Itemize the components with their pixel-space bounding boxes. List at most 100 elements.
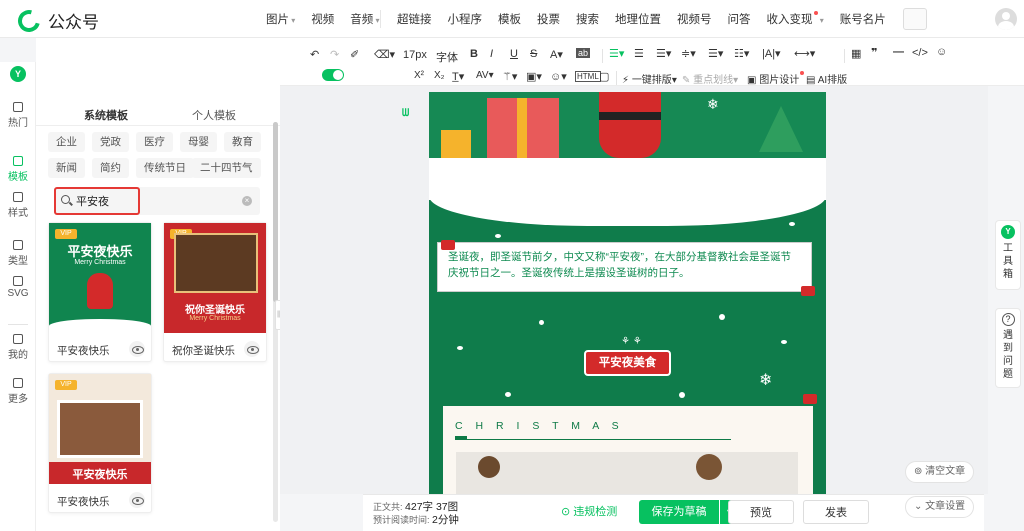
align-center-icon[interactable]: ☰ bbox=[634, 47, 644, 60]
text-width-icon[interactable]: ⟷▾ bbox=[794, 47, 815, 60]
clear-article-button[interactable]: ⊚ 清空文章 bbox=[905, 461, 975, 483]
topnav-item-label: 模板 bbox=[498, 14, 521, 26]
superscript-icon[interactable]: X² bbox=[414, 70, 424, 81]
eye-icon[interactable] bbox=[129, 341, 145, 357]
category-tag[interactable]: 医疗 bbox=[136, 132, 173, 152]
strikethrough-icon[interactable]: S bbox=[530, 48, 537, 60]
rail-item[interactable]: 样式 bbox=[0, 192, 36, 219]
search-input[interactable] bbox=[76, 193, 136, 209]
category-tag[interactable]: 党政 bbox=[92, 132, 129, 152]
format-brush-icon[interactable]: ✐ bbox=[350, 48, 359, 61]
table-icon[interactable]: ▦ bbox=[851, 47, 861, 60]
mobile-preview-icon[interactable] bbox=[903, 8, 927, 30]
horizontal-rule-icon[interactable]: — bbox=[893, 46, 904, 58]
text-indent-icon[interactable]: T̲▾ bbox=[452, 70, 464, 83]
italic-icon[interactable]: I bbox=[490, 48, 493, 60]
bold-icon[interactable]: B bbox=[470, 48, 478, 60]
topnav-item[interactable]: 模板 bbox=[498, 11, 521, 27]
category-tag[interactable]: 简约 bbox=[92, 158, 129, 178]
clear-article-label: 清空文章 bbox=[925, 466, 966, 477]
ribbon-decoration bbox=[441, 240, 455, 250]
font-family-select[interactable]: 字体 bbox=[436, 49, 458, 65]
emoji-insert-icon[interactable]: ☺▾ bbox=[550, 70, 567, 83]
ai-layout-button[interactable]: ▤ AI排版 bbox=[806, 71, 847, 86]
topnav-item[interactable]: 账号名片 bbox=[840, 11, 886, 27]
quote-icon[interactable]: ❞ bbox=[871, 46, 877, 59]
rail-item[interactable]: 模板 bbox=[0, 156, 36, 183]
category-tag[interactable]: 教育 bbox=[224, 132, 261, 152]
paragraph-spacing-icon[interactable]: ☰▾ bbox=[708, 47, 723, 60]
highlight-underline-button[interactable]: ✎ 重点划线▾ bbox=[682, 71, 738, 86]
publish-button[interactable]: 发表 bbox=[803, 500, 869, 524]
rail-item[interactable]: SVG bbox=[0, 276, 36, 299]
html-icon[interactable]: HTML bbox=[575, 71, 601, 82]
font-size-select[interactable]: 17px bbox=[403, 49, 427, 61]
magic-wand-icon[interactable]: ⚚▾ bbox=[502, 70, 517, 83]
category-tag[interactable]: 母婴 bbox=[180, 132, 217, 152]
rail-item[interactable]: 热门 bbox=[0, 102, 36, 129]
eye-icon[interactable] bbox=[244, 341, 260, 357]
line-height-icon[interactable]: ≑▾ bbox=[681, 47, 696, 60]
underline-icon[interactable]: U bbox=[510, 48, 518, 60]
rail-item[interactable]: 类型 bbox=[0, 240, 36, 267]
article-settings-button[interactable]: ⌄ 文章设置 bbox=[905, 496, 975, 518]
font-color-icon[interactable]: A▾ bbox=[550, 48, 563, 61]
topnav-item[interactable]: 收入变现 bbox=[767, 11, 824, 27]
topnav-item[interactable]: 超链接 bbox=[397, 11, 432, 27]
topnav-item[interactable]: 音频 bbox=[350, 11, 379, 27]
tab-personal-templates[interactable]: 个人模板 bbox=[192, 107, 236, 123]
code-icon[interactable]: </> bbox=[912, 47, 928, 59]
list-icon[interactable]: ☷▾ bbox=[734, 47, 749, 60]
align-left-icon[interactable]: ☰▾ bbox=[609, 47, 624, 60]
category-tag[interactable]: 传统节日 bbox=[136, 158, 194, 178]
plugin-logo[interactable]: Y bbox=[0, 66, 36, 82]
topnav-item[interactable]: 地理位置 bbox=[615, 11, 661, 27]
topnav-item[interactable]: 视频号 bbox=[677, 11, 712, 27]
image-design-button[interactable]: ▣ 图片设计 bbox=[747, 71, 805, 86]
template-card[interactable]: VIP 平安夜快乐 平安夜快乐 bbox=[48, 373, 152, 513]
clear-search-icon[interactable]: × bbox=[242, 196, 252, 206]
eye-icon[interactable] bbox=[129, 492, 145, 508]
save-icon[interactable]: ▢ bbox=[599, 70, 609, 83]
indent-icon[interactable]: ☰▾ bbox=[656, 47, 671, 60]
undo-icon[interactable]: ↶ bbox=[310, 48, 319, 61]
template-name: 平安夜快乐 bbox=[57, 496, 110, 508]
background-color-icon[interactable]: ab bbox=[576, 48, 591, 58]
tab-system-templates[interactable]: 系统模板 bbox=[84, 107, 128, 123]
save-draft-button[interactable]: 保存为草稿 bbox=[639, 500, 719, 524]
subscript-icon[interactable]: X₂ bbox=[434, 70, 445, 81]
category-tag[interactable]: 二十四节气 bbox=[192, 158, 261, 178]
topnav-item[interactable]: 投票 bbox=[537, 11, 560, 27]
rail-item-label: 更多 bbox=[8, 394, 28, 405]
article-content[interactable]: ❄ 圣诞夜，即圣诞节前夕，中文又称“平安夜”，在大部分基督教社会是圣诞节庆祝节日… bbox=[429, 92, 826, 494]
category-tag[interactable]: 企业 bbox=[48, 132, 85, 152]
topnav-item[interactable]: 图片 bbox=[266, 11, 295, 27]
av-spacing-icon[interactable]: AV▾ bbox=[476, 70, 494, 81]
help-button[interactable]: ? 遇到问题 bbox=[995, 308, 1021, 388]
redo-icon[interactable]: ↷ bbox=[330, 48, 339, 61]
emoji-icon[interactable]: ☺ bbox=[936, 46, 947, 58]
topnav-item-label: 投票 bbox=[537, 14, 560, 26]
rail-item[interactable]: 更多 bbox=[0, 378, 36, 405]
plugin-toggle[interactable] bbox=[322, 69, 344, 81]
category-tag[interactable]: 新闻 bbox=[48, 158, 85, 178]
preview-button[interactable]: 预览 bbox=[728, 500, 794, 524]
template-card[interactable]: VIP 平安夜快乐 Merry Christmas 平安夜快乐 bbox=[48, 222, 152, 362]
image-icon[interactable]: ▣▾ bbox=[526, 70, 542, 83]
topnav-item[interactable]: 问答 bbox=[728, 11, 751, 27]
thumbnail-subtitle: Merry Christmas bbox=[74, 259, 126, 266]
letter-spacing-icon[interactable]: |A|▾ bbox=[762, 47, 781, 60]
avatar[interactable] bbox=[995, 8, 1017, 30]
eraser-icon[interactable]: ⌫▾ bbox=[374, 48, 395, 61]
divider bbox=[8, 324, 28, 325]
one-click-layout-button[interactable]: ⚡ 一键排版▾ bbox=[622, 71, 677, 86]
topnav-item[interactable]: 搜索 bbox=[576, 11, 599, 27]
toolbox-button[interactable]: Y 工具箱 bbox=[995, 220, 1021, 290]
rail-item[interactable]: 我的 bbox=[0, 334, 36, 361]
topnav-item[interactable]: 视频 bbox=[311, 11, 334, 27]
app-logo[interactable]: 公众号 bbox=[13, 5, 99, 36]
top-bar: 公众号 图片视频音频 超链接 小程序 模板 投票 搜索 地理位置 视频号 问答 收入变现 账号名片… bbox=[0, 0, 1024, 38]
compliance-check-button[interactable]: ⊙ 违规检测 bbox=[561, 500, 617, 524]
topnav-item[interactable]: 小程序 bbox=[448, 11, 483, 27]
template-card[interactable]: VIP祝你圣诞快乐Merry Christmas祝你圣诞快乐 bbox=[163, 222, 267, 362]
